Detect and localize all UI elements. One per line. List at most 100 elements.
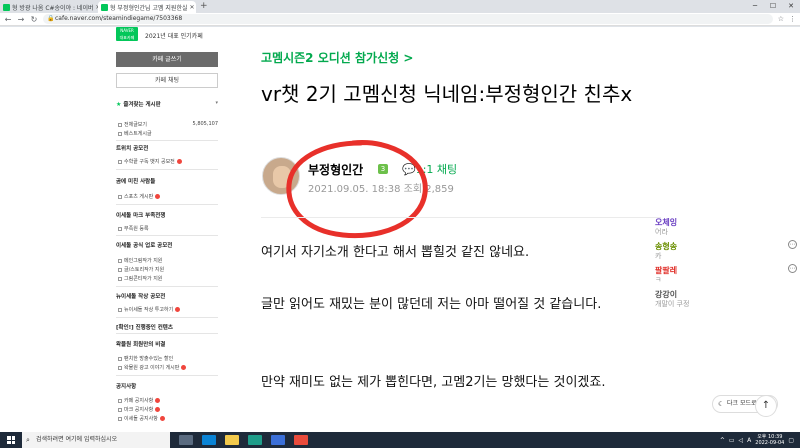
volume-icon[interactable]: ◁	[739, 437, 744, 444]
tab-title: 형 방광 나옴 C#송이야 : 네이버	[12, 4, 94, 12]
sidebar-section: 트위치 공모전	[116, 146, 149, 152]
avatar-face	[273, 166, 291, 188]
new-badge-icon	[155, 398, 161, 403]
new-badge-icon	[181, 365, 187, 370]
board-icon	[118, 365, 122, 370]
board-icon	[118, 159, 122, 164]
board-icon	[118, 356, 122, 361]
star-icon[interactable]: ☆	[778, 15, 784, 23]
write-post-button[interactable]: 카페 글쓰기	[116, 52, 218, 67]
board-link[interactable]: 고멤시즌2 오디션 참가신청 >	[261, 49, 413, 66]
task-view-icon[interactable]	[179, 435, 193, 445]
collapse-icon[interactable]: ▾	[215, 100, 218, 106]
file-explorer-icon[interactable]	[225, 435, 239, 445]
sidebar-item[interactable]: 마크 공지사항	[118, 406, 218, 413]
divider	[116, 140, 218, 141]
cafe-chat-button[interactable]: 카페 채팅	[116, 73, 218, 88]
sidebar-item[interactable]: 부족원 등록	[118, 225, 218, 232]
board-icon	[118, 131, 122, 136]
sidebar-item-label: 그림콘티작가 지원	[124, 276, 163, 282]
sidebar-item[interactable]: 왁물원 광고 이야기 게시판	[118, 364, 218, 371]
sidebar-item[interactable]: 수학끝 구독 뱃지 공모전	[118, 158, 218, 165]
ime-indicator[interactable]: A	[747, 437, 751, 444]
sidebar-item[interactable]: 그림콘티작가 지원	[118, 275, 218, 282]
app-icon[interactable]	[248, 435, 262, 445]
chrome-icon[interactable]	[294, 435, 308, 445]
menu-icon[interactable]: ⋮	[789, 15, 796, 23]
comment-preview: 어라	[655, 228, 668, 236]
board-icon	[118, 398, 122, 403]
url-field[interactable]: 🔒 cafe.naver.com/steamindiegame/7503368	[43, 14, 773, 24]
browser-tab-1[interactable]: 형 방광 나옴 C#송이야 : 네이버 ✕	[0, 1, 98, 13]
naver-favicon-icon	[101, 3, 108, 11]
window-controls: ─ ☐ ✕	[746, 0, 800, 13]
board-icon	[118, 267, 122, 272]
sidebar-item[interactable]: 글/스토리작가 지원	[118, 266, 218, 273]
post-count: 5,805,107	[192, 121, 218, 127]
browser-tab-2[interactable]: 형 부정형인간님 고멤 지원한실 ✕	[98, 1, 196, 13]
tab-strip: 형 방광 나옴 C#송이야 : 네이버 ✕ 형 부정형인간님 고멤 지원한실 ✕…	[0, 0, 800, 13]
edge-icon[interactable]	[202, 435, 216, 445]
close-window-icon[interactable]: ✕	[782, 0, 800, 13]
network-icon[interactable]: ▭	[729, 437, 735, 444]
avatar[interactable]	[262, 157, 300, 195]
post-date: 2021.09.05. 18:38	[308, 184, 401, 195]
sidebar-item[interactable]: 이세돌 공지사항	[118, 415, 218, 422]
comment-strip: 오체잉 어라 송형송 카 ⋯ 팔팔레 ㅋ ⋯ 강강이 개말이 쿠정	[655, 215, 800, 335]
header-divider	[261, 217, 661, 218]
chevron-up-icon[interactable]: ^	[720, 437, 725, 444]
sidebar-section: 뉴이세돌 작상 공모전	[116, 294, 166, 300]
start-button[interactable]	[0, 432, 22, 448]
board-icon	[118, 307, 122, 312]
naver-cafe-badge: NAVER 대표카페	[116, 27, 138, 41]
view-count: 2,859	[425, 184, 454, 195]
divider	[116, 286, 218, 287]
app-icon[interactable]	[271, 435, 285, 445]
more-options-icon[interactable]: ⋯	[788, 264, 797, 273]
sidebar-item-label: 수학끝 구독 뱃지 공모전	[124, 159, 175, 165]
scroll-to-top-button[interactable]: ↑	[755, 395, 777, 417]
sidebar-item-label: 왁물원 광고 이야기 게시판	[124, 365, 180, 371]
sidebar-item[interactable]: 메인그림작가 지원	[118, 257, 218, 264]
chat-link[interactable]: 💬1:1 채팅	[402, 161, 457, 177]
author-name[interactable]: 부정형인간	[308, 161, 363, 178]
badge-top-text: NAVER	[120, 28, 134, 33]
star-icon: ★	[116, 101, 122, 108]
back-icon[interactable]: ←	[4, 15, 12, 24]
article-paragraph: 여기서 자기소개 한다고 해서 뽑힐것 같진 않네요.	[261, 245, 530, 260]
maximize-icon[interactable]: ☐	[764, 0, 782, 13]
moon-icon: ☾	[718, 400, 725, 408]
comment-preview: ㅋ	[655, 276, 662, 284]
forward-icon[interactable]: →	[17, 15, 25, 24]
clock[interactable]: 오후 10:39 2022-09-04	[755, 434, 784, 446]
sidebar-item[interactable]: 베스트게시글	[118, 130, 218, 137]
taskbar-search-input[interactable]: ⌕ 검색하려면 여기에 입력하십시오	[22, 432, 170, 448]
board-icon	[118, 258, 122, 263]
article-meta: 2021.09.05. 18:38 조회 2,859	[308, 180, 454, 195]
views-label: 조회	[403, 184, 423, 195]
more-options-icon[interactable]: ⋯	[788, 240, 797, 249]
minimize-icon[interactable]: ─	[746, 0, 764, 13]
badge-bottom-text: 대표카페	[119, 35, 135, 40]
sidebar-item[interactable]: 카페 공지사항	[118, 397, 218, 404]
reload-icon[interactable]: ↻	[30, 15, 38, 24]
sidebar-item[interactable]: 스포츠 게시판	[118, 193, 218, 200]
close-tab-icon[interactable]: ✕	[189, 4, 194, 11]
divider	[116, 204, 218, 205]
search-placeholder: 검색하려면 여기에 입력하십시오	[36, 436, 118, 443]
sidebar-item[interactable]: 팬치한 방출수있는 할인	[118, 355, 218, 362]
new-tab-button[interactable]: +	[196, 1, 212, 13]
sidebar-item[interactable]: 뉴이세돌 작상 투고하기	[118, 306, 218, 313]
notification-icon[interactable]: ▢	[788, 437, 794, 444]
sidebar-section: 왁물원 회원만의 비결	[116, 342, 166, 348]
divider	[116, 235, 218, 236]
address-bar: ← → ↻ 🔒 cafe.naver.com/steamindiegame/75…	[0, 13, 800, 26]
cafe-sidebar: NAVER 대표카페 2021년 대표 인기카페 카페 글쓰기 카페 채팅 ★ …	[113, 27, 218, 432]
new-badge-icon	[175, 307, 181, 312]
sidebar-item-label: 이세돌 공지사항	[124, 416, 158, 422]
board-icon	[118, 122, 122, 127]
sidebar-item[interactable]: 전체글보기 5,805,107	[118, 121, 218, 128]
windows-taskbar: ⌕ 검색하려면 여기에 입력하십시오 ^ ▭ ◁ A 오후 10:39 2022…	[0, 432, 800, 448]
new-badge-icon	[155, 194, 161, 199]
board-icon	[118, 276, 122, 281]
